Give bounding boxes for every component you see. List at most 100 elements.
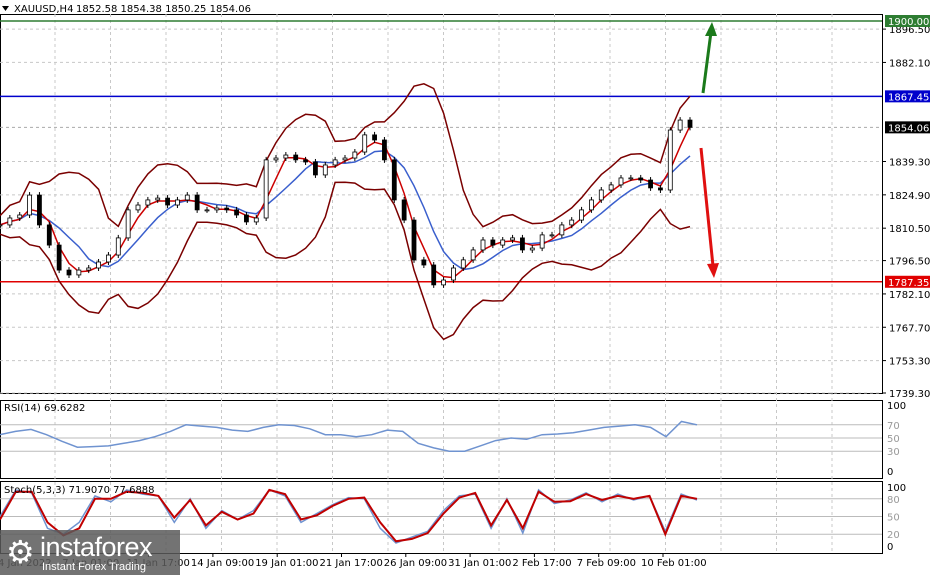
time-tick-label: 14 Jan 09:00 — [191, 558, 254, 569]
candle-body — [401, 199, 407, 221]
candle-body — [303, 159, 308, 163]
candle-body — [214, 207, 220, 211]
pane-frame — [0, 400, 883, 479]
candle-body — [470, 249, 476, 261]
price-pane[interactable] — [0, 20, 882, 341]
candle-body — [480, 239, 486, 251]
candle-body — [184, 194, 190, 201]
candle-body — [667, 129, 673, 191]
candle-body — [648, 179, 653, 189]
candle-body — [569, 219, 575, 226]
candle-body — [293, 154, 299, 161]
candle-body — [687, 119, 693, 128]
moving-average-slow — [0, 150, 691, 271]
logo-tagline: Instant Forex Trading — [42, 561, 146, 573]
time-tick-label: 19 Jan 01:00 — [255, 558, 318, 569]
rsi-tick-label: 70 — [887, 421, 900, 432]
time-tick-label: 21 Jan 17:00 — [320, 558, 383, 569]
instaforex-logo: ⚙ instaforex Instant Forex Trading — [0, 530, 180, 575]
candle-body — [322, 164, 328, 176]
candle-body — [579, 209, 584, 221]
stoch-tick-label: 100 — [887, 483, 906, 494]
candle-body — [0, 224, 3, 227]
price-tick-label: 1839.30 — [889, 158, 930, 169]
candle-body — [520, 237, 525, 251]
candle-body — [589, 199, 594, 211]
down-arrow-icon — [699, 147, 715, 267]
price-level-label: 1867.45 — [888, 92, 929, 103]
gear-icon: ⚙ — [6, 533, 35, 571]
candle-body — [253, 217, 259, 223]
time-tick-label: 7 Feb 09:00 — [577, 558, 636, 569]
candle-body — [145, 199, 151, 206]
candle-body — [638, 177, 644, 181]
rsi-tick-label: 30 — [887, 447, 900, 458]
candle-body — [342, 157, 348, 161]
price-tick-label: 1796.50 — [889, 257, 930, 268]
price-tick-label: 1824.90 — [889, 191, 930, 202]
time-tick-label: 31 Jan 01:00 — [448, 558, 511, 569]
price-tick-label: 1882.10 — [889, 58, 930, 69]
stoch-tick-label: 0 — [887, 542, 893, 553]
candle-body — [66, 269, 72, 276]
time-tick-label: 26 Jan 09:00 — [384, 558, 447, 569]
candle-body — [618, 177, 624, 186]
candle-body — [539, 234, 545, 249]
time-tick-label: 2 Feb 17:00 — [512, 558, 571, 569]
candle-body — [460, 259, 466, 269]
stoch-tick-label: 20 — [887, 530, 900, 541]
candle-body — [86, 267, 92, 271]
candle-body — [490, 239, 496, 246]
candle-body — [115, 237, 121, 256]
candle-body — [549, 234, 555, 237]
candle-body — [628, 177, 634, 180]
candle-body — [451, 267, 456, 281]
symbol-label: XAUUSD,H4 — [14, 4, 73, 15]
candle-body — [510, 237, 515, 241]
rsi-pane[interactable]: 100 70 50 30 0 — [0, 401, 906, 478]
ohlc-readout: 1852.58 1854.38 1850.25 1854.06 — [76, 4, 251, 15]
rsi-label: RSI(14) 69.6282 — [4, 403, 85, 414]
price-tick-label: 1739.30 — [889, 389, 930, 400]
candle-body — [411, 219, 417, 261]
candle-body — [421, 259, 427, 266]
price-level-label: 1787.35 — [888, 278, 929, 289]
candle-body — [244, 214, 249, 223]
candle-body — [56, 244, 62, 271]
price-tick-label: 1753.30 — [889, 357, 930, 368]
candle-body — [37, 194, 42, 226]
candle-body — [313, 161, 318, 176]
chart-canvas[interactable]: 1896.501882.101839.301824.901810.501796.… — [0, 0, 931, 575]
candle-body — [76, 269, 82, 276]
candle-body — [658, 187, 663, 191]
time-tick-label: 10 Feb 01:00 — [641, 558, 707, 569]
candle-body — [204, 209, 210, 212]
candle-body — [559, 224, 565, 236]
candle-body — [283, 154, 289, 159]
logo-name: instaforex — [40, 532, 153, 562]
candle-body — [263, 159, 269, 219]
candle-body — [273, 157, 279, 161]
candle-body — [165, 197, 170, 206]
candle-body — [224, 207, 230, 211]
collapse-triangle-icon[interactable] — [2, 6, 9, 11]
candle-body — [332, 159, 338, 166]
trading-chart-window: 1896.50 1882.10 1839.30 1824.90 1810.50 1796.… — [0, 0, 931, 575]
price-level-label: 1900.00 — [888, 17, 929, 28]
price-axis: 1896.501882.101839.301824.901810.501796.… — [882, 15, 930, 400]
candle-body — [106, 254, 111, 263]
candle-body — [431, 264, 437, 286]
candle-body — [608, 184, 614, 191]
rsi-line — [0, 420, 698, 452]
stoch-tick-label: 80 — [887, 495, 900, 506]
candle-body — [500, 239, 506, 246]
candle-body — [17, 214, 23, 219]
price-tick-label: 1767.70 — [889, 323, 930, 334]
candle-body — [529, 247, 535, 251]
candle-body — [175, 199, 180, 206]
candle-body — [27, 194, 32, 216]
candle-body — [194, 194, 200, 211]
down-arrowhead-icon — [707, 263, 719, 278]
candle-body — [234, 209, 239, 216]
candle-body — [382, 139, 387, 161]
